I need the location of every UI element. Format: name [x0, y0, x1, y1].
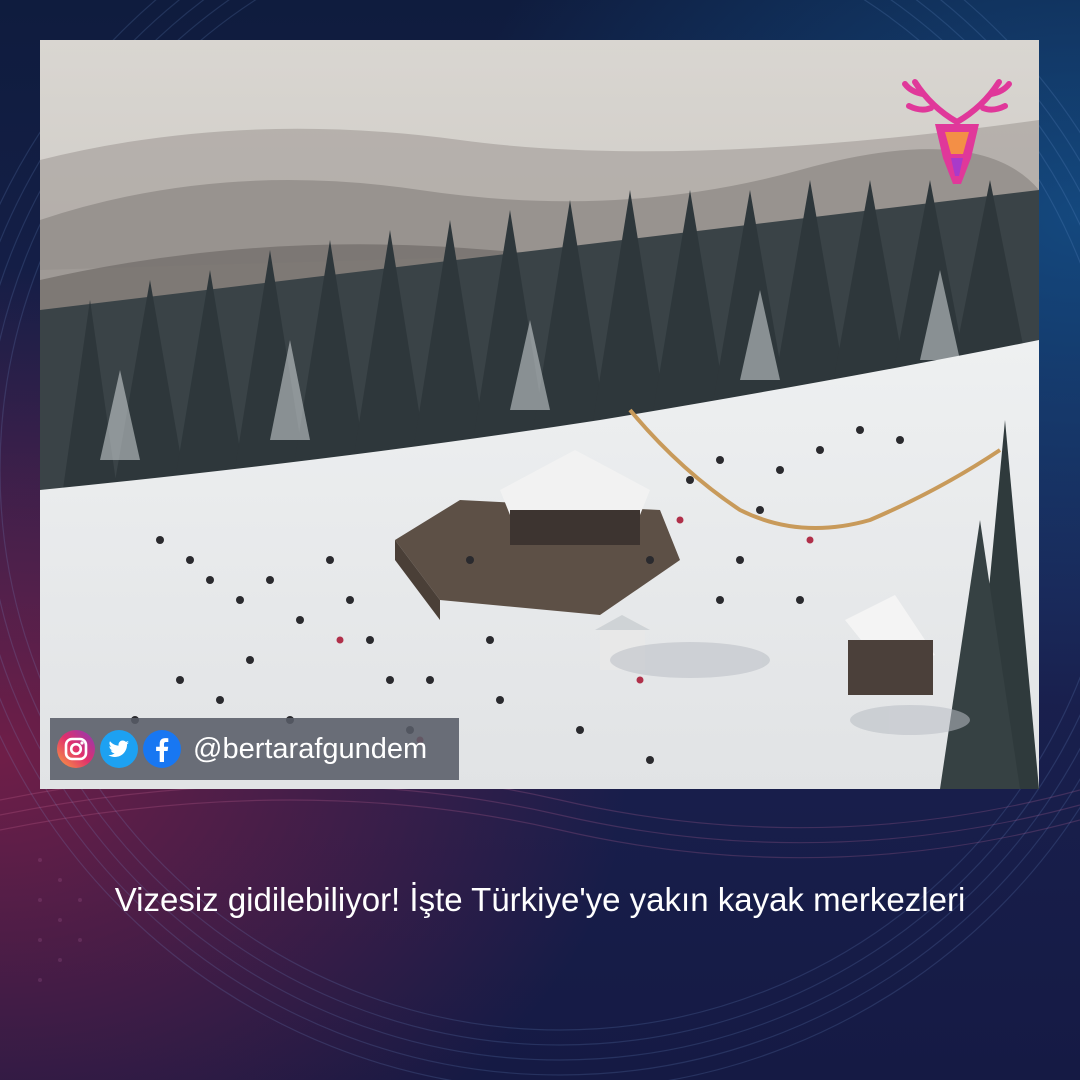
social-handle[interactable]: @bertarafgundem	[193, 733, 427, 766]
instagram-icon[interactable]	[56, 729, 96, 769]
ski-resort-photo	[40, 40, 1039, 789]
social-media-bar: @bertarafgundem	[50, 718, 459, 780]
deer-antler-logo	[902, 79, 1012, 184]
post-headline: Vizesiz gidilebiliyor! İşte Türkiye'ye y…	[114, 881, 966, 918]
twitter-icon[interactable]	[99, 729, 139, 769]
facebook-icon[interactable]	[142, 729, 182, 769]
